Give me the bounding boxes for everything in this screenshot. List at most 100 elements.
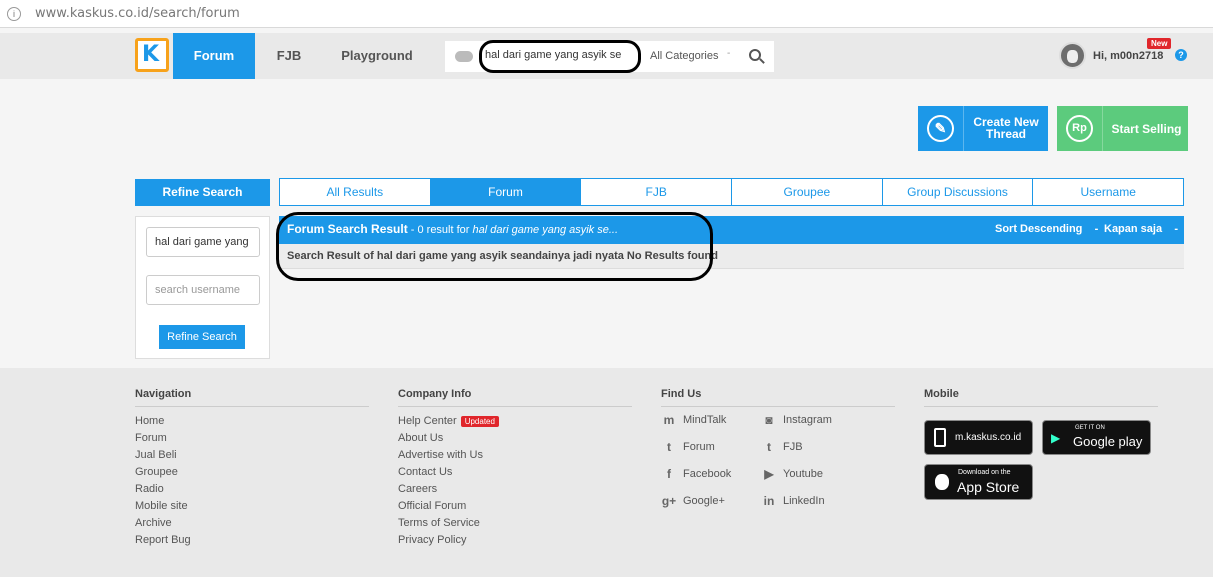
footer-link[interactable]: About Us (398, 430, 632, 447)
sort-dropdown[interactable]: Sort Descending - (995, 223, 1098, 235)
social-label: Youtube (783, 467, 823, 480)
refine-search-panel: hal dari game yang search username Refin… (135, 216, 270, 359)
phone-icon (934, 428, 946, 447)
nav-tab-forum[interactable]: Forum (173, 33, 255, 79)
kaskus-logo[interactable]: K (135, 38, 169, 72)
social-twitter-fjb[interactable]: t FJB (761, 440, 861, 467)
avatar[interactable] (1059, 42, 1086, 69)
info-icon[interactable]: i (7, 7, 21, 21)
footer-link[interactable]: Forum (135, 430, 369, 447)
social-label: Instagram (783, 413, 832, 426)
social-twitter-forum[interactable]: t Forum (661, 440, 761, 467)
result-tabs: All Results Forum FJB Groupee Group Disc… (279, 178, 1184, 206)
user-greeting[interactable]: Hi, m00n2718 (1093, 50, 1163, 62)
social-label: Facebook (683, 467, 732, 480)
social-label: FJB (783, 440, 803, 453)
apple-icon (935, 474, 949, 490)
refine-search-header: Refine Search (135, 179, 270, 206)
social-label: LinkedIn (783, 494, 825, 507)
tab-forum[interactable]: Forum (430, 179, 582, 205)
mobile-site-label: m.kaskus.co.id (955, 432, 1022, 443)
twitter-icon: t (767, 440, 771, 454)
keyword-input[interactable]: hal dari game yang (146, 227, 260, 257)
logo-k-icon: K (142, 42, 160, 67)
create-thread-button[interactable]: ✎ Create New Thread (918, 106, 1048, 151)
footer-navigation: Navigation Home Forum Jual Beli Groupee … (135, 388, 369, 549)
refine-search-button[interactable]: Refine Search (159, 325, 245, 349)
url-text[interactable]: www.kaskus.co.id/search/forum (35, 6, 240, 21)
social-googleplus[interactable]: g+ Google+ (661, 494, 761, 521)
footer-link[interactable]: Careers (398, 481, 632, 498)
footer-link[interactable]: Report Bug (135, 532, 369, 549)
social-label: Google+ (683, 494, 725, 507)
footer-nav-title: Navigation (135, 388, 369, 407)
mobile-site-button[interactable]: m.kaskus.co.id (924, 420, 1033, 455)
footer-company: Company Info Help Center Updated About Us… (398, 388, 632, 549)
social-facebook[interactable]: f Facebook (661, 467, 761, 494)
google-play-icon: ▶ (1051, 431, 1061, 445)
app-store-small: Download on the (958, 469, 1011, 476)
username-input[interactable]: search username (146, 275, 260, 305)
google-play-label: Google play (1073, 434, 1143, 449)
social-youtube[interactable]: ▶ Youtube (761, 467, 861, 494)
footer-link[interactable]: Advertise with Us (398, 447, 632, 464)
footer-link[interactable]: Jual Beli (135, 447, 369, 464)
footer-link[interactable]: Home (135, 413, 369, 430)
footer-mobile: Mobile m.kaskus.co.id ▶ GET IT ON Google… (924, 388, 1158, 500)
updated-badge: Updated (460, 416, 499, 427)
tab-fjb[interactable]: FJB (581, 179, 733, 205)
footer-link[interactable]: Mobile site (135, 498, 369, 515)
instagram-icon: ◙ (765, 413, 773, 427)
linkedin-icon: in (763, 494, 775, 508)
address-bar[interactable]: i www.kaskus.co.id/search/forum (0, 0, 1213, 28)
twitter-icon: t (667, 440, 671, 454)
app-store-label: App Store (957, 479, 1020, 495)
app-store-button[interactable]: Download on the App Store (924, 464, 1033, 500)
footer-link[interactable]: Help Center Updated (398, 413, 632, 430)
sort-caret-icon: - (1094, 223, 1099, 235)
footer: Navigation Home Forum Jual Beli Groupee … (0, 368, 1213, 577)
tab-groupee[interactable]: Groupee (732, 179, 883, 205)
nav-tab-fjb[interactable]: FJB (255, 33, 323, 79)
footer-link[interactable]: Official Forum (398, 498, 632, 515)
footer-link[interactable]: Terms of Service (398, 515, 632, 532)
category-caret-icon[interactable]: - (727, 48, 730, 59)
social-label: MindTalk (683, 413, 727, 426)
help-center-link[interactable]: Help Center (398, 415, 457, 427)
footer-findus: Find Us m MindTalk t Forum f Facebook g+ Goo… (661, 388, 895, 517)
annotation-circle (276, 212, 713, 281)
footer-findus-title: Find Us (661, 388, 895, 407)
time-dropdown[interactable]: Kapan saja - (1104, 223, 1178, 235)
search-icon[interactable] (749, 49, 761, 61)
footer-link[interactable]: Radio (135, 481, 369, 498)
chat-icon (455, 51, 473, 62)
social-linkedin[interactable]: in LinkedIn (761, 494, 861, 521)
sort-label: Sort Descending (995, 223, 1083, 235)
facebook-icon: f (667, 467, 671, 481)
tab-group-discussions[interactable]: Group Discussions (883, 179, 1034, 205)
footer-company-title: Company Info (398, 388, 632, 407)
help-icon[interactable]: ? (1175, 49, 1187, 61)
tab-username[interactable]: Username (1033, 179, 1183, 205)
category-select[interactable]: All Categories (650, 50, 718, 62)
google-play-button[interactable]: ▶ GET IT ON Google play (1042, 420, 1151, 455)
youtube-icon: ▶ (764, 467, 774, 481)
start-selling-button[interactable]: Rp Start Selling (1057, 106, 1188, 151)
create-thread-label: Create New Thread (973, 115, 1039, 141)
footer-link[interactable]: Archive (135, 515, 369, 532)
start-selling-label: Start Selling (1111, 122, 1182, 136)
create-icon-wrap: ✎ (918, 106, 964, 151)
nav-tab-playground[interactable]: Playground (323, 33, 431, 79)
footer-link[interactable]: Groupee (135, 464, 369, 481)
pencil-icon: ✎ (927, 115, 954, 142)
mindtalk-icon: m (663, 413, 675, 427)
google-play-small: GET IT ON (1075, 425, 1105, 431)
tab-all-results[interactable]: All Results (280, 179, 431, 205)
footer-link[interactable]: Contact Us (398, 464, 632, 481)
social-instagram[interactable]: ◙ Instagram (761, 413, 861, 440)
social-label: Forum (683, 440, 715, 453)
rupiah-icon: Rp (1066, 115, 1093, 142)
social-mindtalk[interactable]: m MindTalk (661, 413, 761, 440)
time-caret-icon: - (1174, 223, 1178, 235)
footer-link[interactable]: Privacy Policy (398, 532, 632, 549)
